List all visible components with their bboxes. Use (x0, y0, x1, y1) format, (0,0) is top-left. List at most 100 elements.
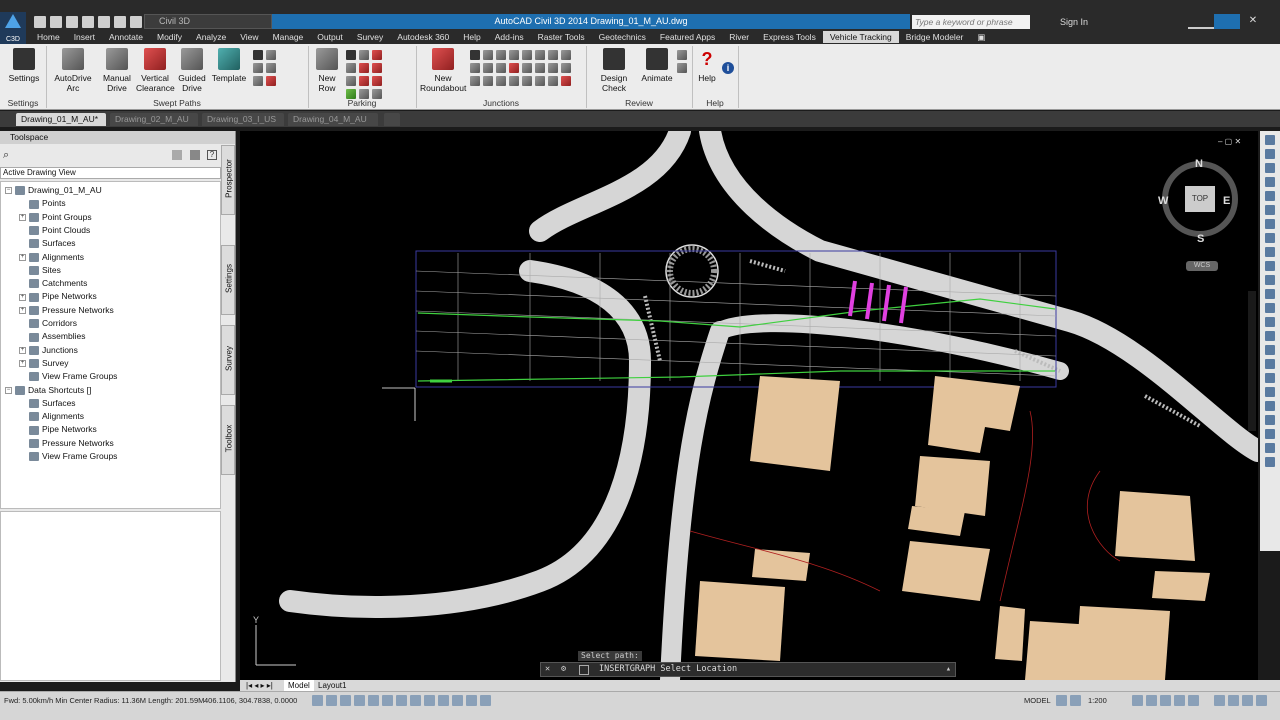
lineweight-icon[interactable] (424, 695, 435, 706)
orbit-icon[interactable] (1265, 163, 1275, 173)
tool-icon[interactable] (548, 63, 558, 73)
panel-icon[interactable] (190, 150, 200, 160)
restore-button[interactable] (1214, 14, 1240, 29)
settings-group-label[interactable]: Settings (0, 97, 46, 109)
ducs-icon[interactable] (396, 695, 407, 706)
showmotion-icon[interactable] (1265, 177, 1275, 187)
tree-item[interactable]: Alignments (19, 410, 84, 422)
expand-icon[interactable]: − (5, 187, 12, 195)
viewport-controls[interactable]: – ▢ ✕ (1218, 137, 1254, 147)
tool-icon[interactable] (561, 50, 571, 60)
steering-wheel-icon[interactable] (1265, 191, 1275, 201)
survey-tab[interactable]: Survey (221, 325, 235, 395)
ortho-icon[interactable] (340, 695, 351, 706)
annotation-monitor-icon[interactable] (480, 695, 491, 706)
ribbon-tab[interactable]: Geotechnics (592, 31, 653, 43)
ribbon-tab[interactable]: Vehicle Tracking (822, 31, 899, 43)
tree-item[interactable]: View Frame Groups (19, 450, 117, 462)
tool-icon[interactable] (509, 76, 519, 86)
tool-icon[interactable] (253, 76, 263, 86)
tree-item[interactable]: Sites (19, 264, 61, 276)
tool-icon[interactable] (496, 50, 506, 60)
search-input[interactable]: Type a keyword or phrase (912, 15, 1030, 29)
tool-icon[interactable] (253, 50, 263, 60)
clean-screen-icon[interactable] (1188, 695, 1199, 706)
tool-icon[interactable] (1265, 401, 1275, 411)
tool-icon[interactable] (1265, 443, 1275, 453)
ribbon-tab[interactable]: Insert (67, 31, 102, 43)
doc-tab-4[interactable]: Drawing_04_M_AU (288, 113, 378, 126)
tool-icon[interactable] (548, 50, 558, 60)
viewcube-south[interactable]: S (1197, 233, 1204, 245)
info-icon[interactable]: i (722, 62, 734, 74)
pan-icon[interactable] (1265, 135, 1275, 145)
tool-icon[interactable] (561, 63, 571, 73)
tool-icon[interactable] (561, 76, 571, 86)
tree-item[interactable]: − Drawing_01_M_AU (5, 184, 102, 196)
doc-tab-2[interactable]: Drawing_02_M_AU (110, 113, 198, 126)
tool-icon[interactable] (1265, 345, 1275, 355)
prospector-tab[interactable]: Prospector (221, 145, 235, 215)
layout1-tab[interactable]: Layout1 (314, 680, 350, 691)
customize-icon[interactable]: ⚙ (561, 663, 566, 676)
tree-item[interactable]: Assemblies (19, 330, 85, 342)
toolbox-tab[interactable]: Toolbox (221, 405, 235, 475)
ribbon-tab[interactable]: Annotate (102, 31, 150, 43)
tool-icon[interactable] (1256, 695, 1267, 706)
save-icon[interactable] (66, 16, 78, 28)
tool-icon[interactable] (266, 63, 276, 73)
tool-icon[interactable] (1265, 415, 1275, 425)
ribbon-tab[interactable]: Bridge Modeler (899, 31, 971, 43)
tool-icon[interactable] (1228, 695, 1239, 706)
tree-item[interactable]: + Pipe Networks (19, 290, 97, 302)
tool-icon[interactable] (372, 76, 382, 86)
osnap-icon[interactable] (368, 695, 379, 706)
transparency-icon[interactable] (438, 695, 449, 706)
tool-icon[interactable] (1265, 373, 1275, 383)
tree-item[interactable]: Pressure Networks (19, 437, 114, 449)
zoom-icon[interactable] (1265, 149, 1275, 159)
close-button[interactable]: ✕ (1240, 14, 1266, 29)
ribbon-tab[interactable]: Help (456, 31, 487, 43)
tree-item[interactable]: View Frame Groups (19, 370, 117, 382)
tree-item[interactable]: + Point Groups (19, 211, 92, 223)
close-command-icon[interactable]: ✕ (545, 663, 550, 676)
tool-icon[interactable] (346, 76, 356, 86)
tree-item[interactable]: Pipe Networks (19, 423, 97, 435)
tool-icon[interactable] (1265, 261, 1275, 271)
canvas-scrollbar[interactable] (1248, 291, 1256, 431)
expand-icon[interactable]: + (19, 346, 26, 354)
ribbon-tab[interactable]: Raster Tools (531, 31, 592, 43)
settings-tab[interactable]: Settings (221, 245, 235, 315)
help-group-label[interactable]: Help (692, 97, 738, 109)
viewcube-east[interactable]: E (1223, 195, 1230, 207)
ribbon-tab[interactable]: Featured Apps (653, 31, 722, 43)
tree-item[interactable]: + Survey (19, 357, 68, 369)
help-icon[interactable]: ? (207, 150, 217, 160)
guided-drive-button[interactable]: Guided Drive (176, 48, 208, 93)
ribbon-tab[interactable]: Add-ins (488, 31, 531, 43)
model-tab[interactable]: Model (284, 680, 314, 691)
tree-item[interactable]: − Data Shortcuts [] (5, 384, 91, 396)
ribbon-tab[interactable]: Survey (350, 31, 390, 43)
tool-icon[interactable] (372, 63, 382, 73)
grid-icon[interactable] (326, 695, 337, 706)
tree-item[interactable]: Catchments (19, 277, 87, 289)
ribbon-tab[interactable]: View (233, 31, 265, 43)
tool-icon[interactable] (346, 50, 356, 60)
expand-icon[interactable]: − (5, 386, 12, 394)
tree-item[interactable]: Surfaces (19, 237, 76, 249)
tool-icon[interactable] (1265, 303, 1275, 313)
animate-button[interactable]: Animate (640, 48, 674, 83)
tool-icon[interactable] (266, 76, 276, 86)
tool-icon[interactable] (266, 50, 276, 60)
tree-item[interactable]: Points (19, 197, 66, 209)
tool-icon[interactable] (1265, 331, 1275, 341)
tool-icon[interactable] (1265, 317, 1275, 327)
tool-icon[interactable] (1265, 387, 1275, 397)
snap-icon[interactable] (312, 695, 323, 706)
tree-item[interactable]: + Junctions (19, 344, 78, 356)
print-icon[interactable] (98, 16, 110, 28)
tool-icon[interactable] (509, 63, 519, 73)
tool-icon[interactable] (548, 76, 558, 86)
